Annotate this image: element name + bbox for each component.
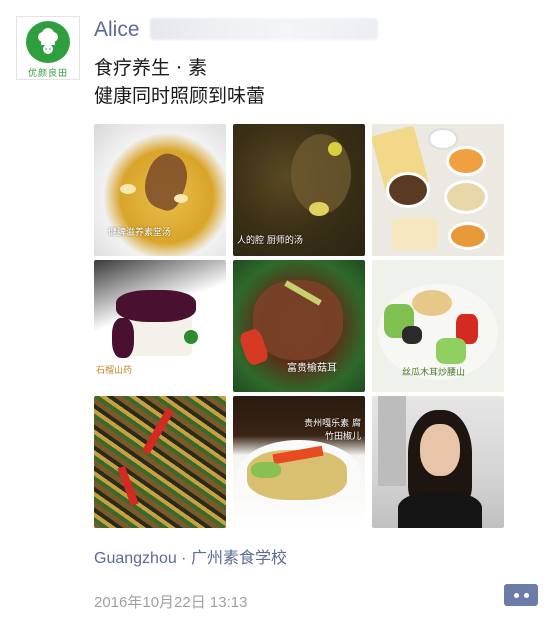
dot [513,592,519,598]
author-name[interactable]: Alice [94,16,140,44]
dot [523,592,529,598]
photo-stirfry-broccoli[interactable]: 富贵榆菇耳 [233,260,365,392]
post-text: 食疗养生 · 素 健康同时照顾到味蕾 [94,54,265,110]
photo-tofu-chili[interactable]: 贵州嘎乐素 腐竹田椒儿 [233,396,365,528]
comment-dots-icon[interactable] [504,584,538,606]
photo-caption: 健脾滋养素堂汤 [108,228,172,238]
photo-yam-berries[interactable]: 石榴山药 [94,260,226,392]
photo-ingredients[interactable] [372,124,504,256]
name-redaction [150,18,378,40]
post-text-line-1: 食疗养生 · 素 [94,57,208,79]
photo-caption: 贵州嘎乐素 腐竹田椒儿 [304,419,361,442]
photo-grid: 健脾滋养素堂汤 人的腔 厨师的汤 石榴山药 富贵榆菇耳 丝瓜木耳炒腰山 贵州嘎乐… [94,124,504,528]
photo-pot-soup[interactable]: 人的腔 厨师的汤 [233,124,365,256]
avatar[interactable]: 优颜良田 [16,16,80,80]
photo-portrait[interactable] [372,396,504,528]
post-text-line-2: 健康同时照顾到味蕾 [94,85,266,107]
photo-caption: 人的腔 厨师的汤 [237,236,303,246]
photo-soup[interactable]: 健脾滋养素堂汤 [94,124,226,256]
avatar-logo-text: 优颜良田 [27,69,68,79]
photo-caption: 石榴山药 [96,366,133,376]
photo-zucchini-cashew[interactable]: 丝瓜木耳炒腰山 [372,260,504,392]
post-timestamp: 2016年10月22日 13:13 [94,594,248,611]
photo-caption: 丝瓜木耳炒腰山 [402,368,466,378]
chef-hat-logo-icon [26,21,70,63]
photo-shredded-stirfry[interactable] [94,396,226,528]
location-link[interactable]: Guangzhou · 广州素食学校 [94,544,287,568]
photo-caption: 富贵榆菇耳 [287,363,337,374]
